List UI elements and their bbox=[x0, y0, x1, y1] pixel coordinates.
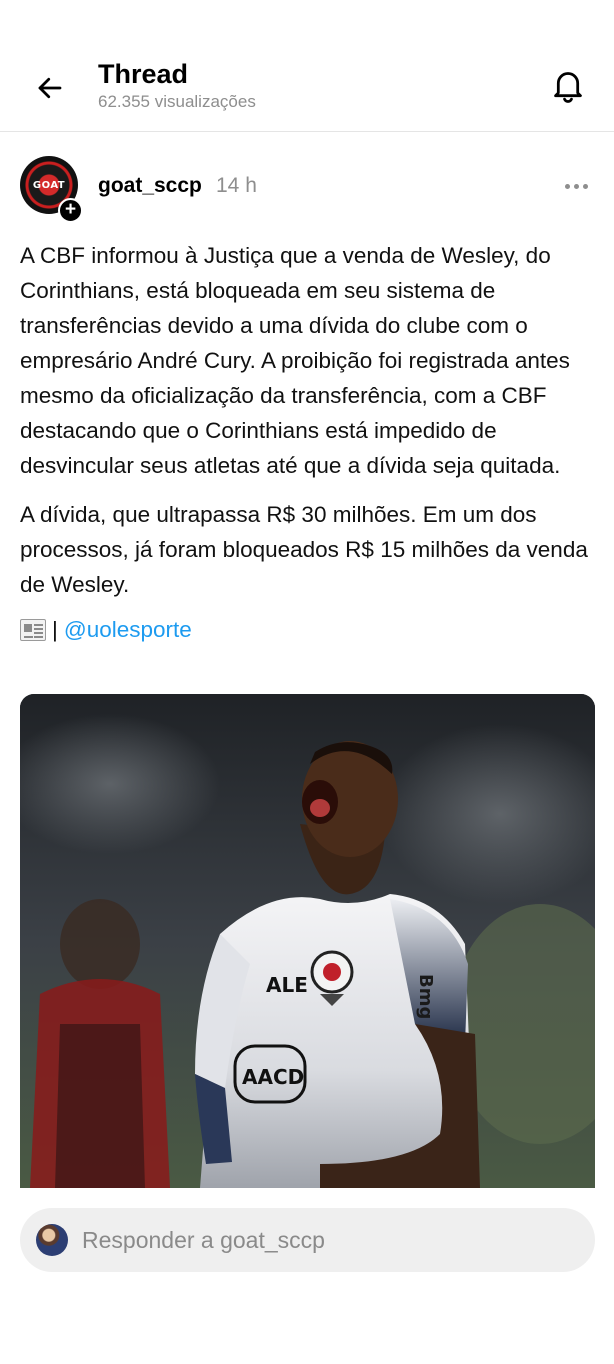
back-button[interactable] bbox=[30, 68, 70, 108]
mention-link[interactable]: @uolesporte bbox=[64, 612, 192, 647]
football-player-photo: ALE AACD Bmg bbox=[20, 694, 595, 1188]
post-username[interactable]: goat_sccp bbox=[98, 174, 202, 198]
notifications-button[interactable] bbox=[546, 64, 590, 108]
reply-placeholder: Responder a goat_sccp bbox=[82, 1226, 325, 1253]
newspaper-icon bbox=[20, 618, 46, 641]
post-body: A CBF informou à Justiça que a venda de … bbox=[20, 238, 595, 647]
arrow-left-icon bbox=[38, 77, 62, 99]
post-paragraph: A CBF informou à Justiça que a venda de … bbox=[20, 243, 570, 478]
more-dot bbox=[582, 183, 588, 189]
sponsor-ale-text: ALE bbox=[266, 973, 308, 997]
reply-avatar bbox=[36, 1224, 68, 1256]
reply-input[interactable]: Responder a goat_sccp bbox=[20, 1208, 595, 1272]
more-dot bbox=[573, 183, 579, 189]
post-header: GOAT + goat_sccp 14 h bbox=[0, 152, 614, 223]
sponsor-aacd-text: AACD bbox=[242, 1065, 304, 1089]
top-bar: Thread 62.355 visualizações bbox=[0, 0, 614, 132]
avatar-logo-text: GOAT bbox=[32, 179, 66, 191]
post-timestamp: 14 h bbox=[216, 174, 257, 197]
sleeve-sponsor-text: Bmg bbox=[415, 974, 436, 1019]
more-options-button[interactable] bbox=[556, 172, 596, 200]
plus-icon: + bbox=[64, 199, 77, 220]
avatar-wrapper[interactable]: GOAT + bbox=[20, 156, 83, 223]
credit-separator: | bbox=[52, 617, 58, 642]
post-credit: | @uolesporte bbox=[20, 612, 595, 647]
more-horizontal-icon bbox=[564, 183, 570, 189]
post-paragraph: A dívida, que ultrapassa R$ 30 milhões. … bbox=[20, 502, 588, 597]
view-count: 62.355 visualizações bbox=[98, 92, 256, 111]
follow-button[interactable]: + bbox=[58, 198, 83, 223]
bell-icon bbox=[554, 72, 582, 103]
title-block: Thread 62.355 visualizações bbox=[98, 58, 256, 113]
post-image[interactable]: ALE AACD Bmg bbox=[20, 694, 595, 1188]
page-title: Thread bbox=[98, 59, 189, 89]
